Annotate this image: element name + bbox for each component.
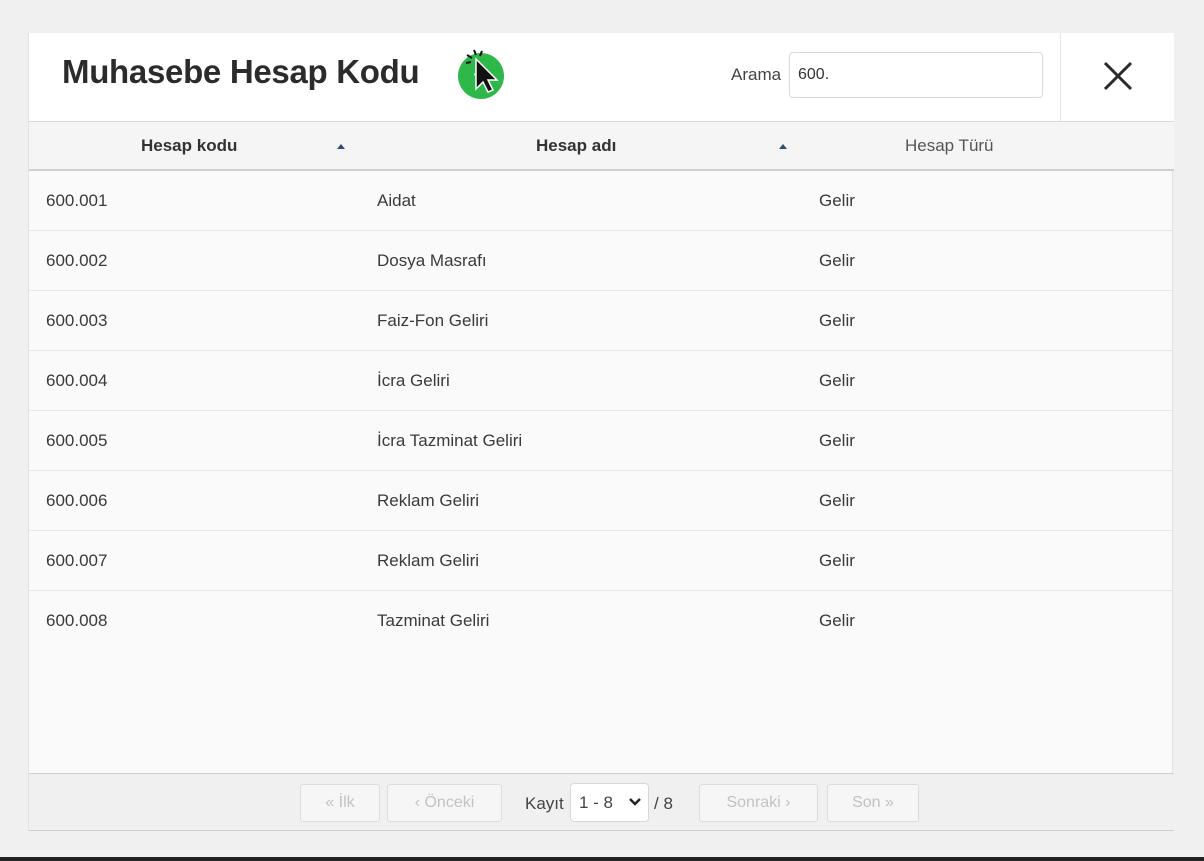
search-label: Arama <box>731 65 782 84</box>
next-page-button[interactable]: Sonraki › <box>699 784 818 822</box>
cell-type: Gelir <box>819 311 855 330</box>
cell-name: Tazminat Geliri <box>377 611 490 630</box>
account-code-modal: Muhasebe Hesap Kodu + Arama Hesap kodu H… <box>28 33 1174 831</box>
sort-asc-icon <box>337 144 345 149</box>
cell-code: 600.006 <box>46 491 108 510</box>
cell-name: Reklam Geliri <box>377 551 480 570</box>
column-header-hesap-adi[interactable]: Hesap adı <box>355 122 795 170</box>
cell-type: Gelir <box>819 191 855 210</box>
sort-asc-icon <box>779 144 787 149</box>
cell-code: 600.007 <box>46 551 108 570</box>
screen-bottom-edge <box>0 857 1204 861</box>
close-icon <box>1103 61 1133 91</box>
table-header: Hesap kodu Hesap adı Hesap Türü <box>29 121 1174 171</box>
search-input[interactable] <box>789 52 1043 98</box>
cell-name: Aidat <box>377 191 416 210</box>
cell-type: Gelir <box>819 491 855 510</box>
cell-type: Gelir <box>819 371 855 390</box>
close-button[interactable] <box>1097 55 1139 97</box>
cell-type: Gelir <box>819 251 855 270</box>
modal-header: Muhasebe Hesap Kodu + Arama <box>29 33 1174 121</box>
cell-name: Dosya Masrafı <box>377 251 487 270</box>
cell-code: 600.001 <box>46 191 108 210</box>
table-row[interactable]: 600.001 Aidat Gelir <box>29 171 1174 231</box>
plus-icon: + <box>472 59 490 90</box>
cell-code: 600.005 <box>46 431 108 450</box>
modal-title: Muhasebe Hesap Kodu <box>62 53 420 90</box>
record-range-select[interactable]: 1 - 8 <box>570 783 649 822</box>
cell-code: 600.002 <box>46 251 108 270</box>
table-row[interactable]: 600.003 Faiz-Fon Geliri Gelir <box>29 291 1174 351</box>
table-row[interactable]: 600.006 Reklam Geliri Gelir <box>29 471 1174 531</box>
add-account-button[interactable]: + <box>458 53 504 99</box>
record-range-value: 1 - 8 <box>579 793 614 812</box>
table-row[interactable]: 600.008 Tazminat Geliri Gelir <box>29 591 1174 651</box>
cell-name: İcra Tazminat Geliri <box>377 431 523 450</box>
record-label: Kayıt <box>525 794 564 813</box>
cell-type: Gelir <box>819 611 855 630</box>
cell-type: Gelir <box>819 551 855 570</box>
pagination-bar: « İlk ‹ Önceki Kayıt 1 - 8 / 8 Sonraki ›… <box>29 773 1174 831</box>
cell-name: İcra Geliri <box>377 371 450 390</box>
chevron-down-icon <box>629 798 641 806</box>
header-divider <box>1060 33 1061 121</box>
cell-code: 600.003 <box>46 311 108 330</box>
column-header-label: Hesap kodu <box>141 136 238 155</box>
cell-code: 600.004 <box>46 371 108 390</box>
table-row[interactable]: 600.002 Dosya Masrafı Gelir <box>29 231 1174 291</box>
cell-name: Faiz-Fon Geliri <box>377 311 489 330</box>
cell-name: Reklam Geliri <box>377 491 480 510</box>
last-page-button[interactable]: Son » <box>827 784 919 822</box>
cell-type: Gelir <box>819 431 855 450</box>
table-body: 600.001 Aidat Gelir 600.002 Dosya Masraf… <box>29 171 1174 651</box>
record-total: / 8 <box>654 794 673 813</box>
first-page-button[interactable]: « İlk <box>300 784 380 822</box>
column-header-hesap-turu[interactable]: Hesap Türü <box>795 122 1174 170</box>
column-header-hesap-kodu[interactable]: Hesap kodu <box>29 122 355 170</box>
table-row[interactable]: 600.005 İcra Tazminat Geliri Gelir <box>29 411 1174 471</box>
table-row[interactable]: 600.007 Reklam Geliri Gelir <box>29 531 1174 591</box>
table-row[interactable]: 600.004 İcra Geliri Gelir <box>29 351 1174 411</box>
column-header-label: Hesap Türü <box>905 136 994 155</box>
column-header-label: Hesap adı <box>536 136 617 155</box>
previous-page-button[interactable]: ‹ Önceki <box>387 784 502 822</box>
cell-code: 600.008 <box>46 611 108 630</box>
